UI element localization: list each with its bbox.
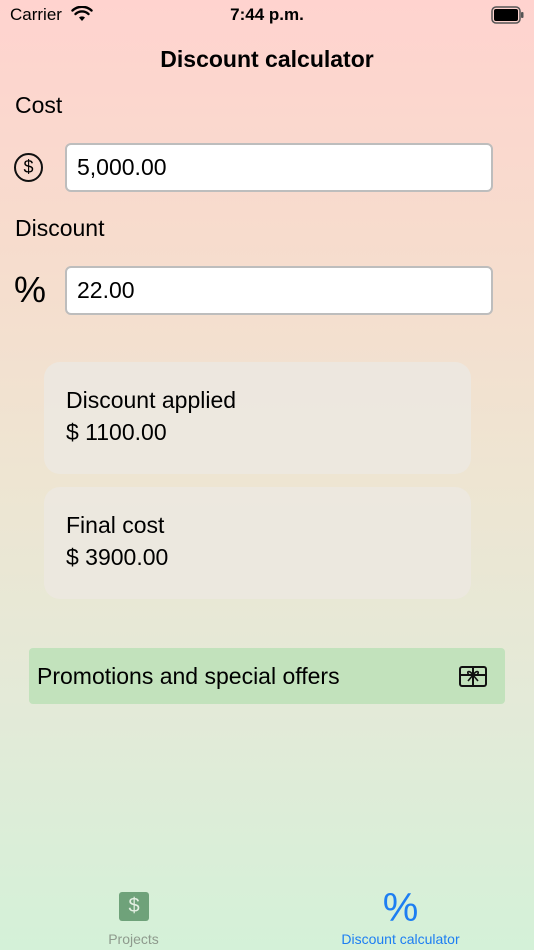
dollar-circle-icon: $ xyxy=(14,153,43,182)
tab-projects[interactable]: $ Projects xyxy=(0,880,267,950)
final-cost-value: $ 3900.00 xyxy=(66,544,169,570)
battery-icon xyxy=(491,6,524,29)
promotions-button[interactable]: Promotions and special offers xyxy=(29,648,505,704)
promotions-label: Promotions and special offers xyxy=(37,663,340,689)
discount-applied-title: Discount applied xyxy=(66,387,237,413)
tab-discount-calculator[interactable]: % Discount calculator xyxy=(267,880,534,950)
discount-applied-card: Discount applied $ 1100.00 xyxy=(44,362,471,474)
tab-bar: $ Projects % Discount calculator xyxy=(0,880,534,950)
page-title: Discount calculator xyxy=(160,46,374,72)
dollar-square-icon: $ xyxy=(119,892,149,921)
tab-projects-label: Projects xyxy=(108,931,159,947)
cost-label: Cost xyxy=(15,92,63,118)
discount-input[interactable] xyxy=(65,266,493,315)
tab-discount-calculator-label: Discount calculator xyxy=(341,931,460,947)
final-cost-title: Final cost xyxy=(66,512,165,538)
status-bar: Carrier 7:44 p.m. xyxy=(0,0,534,30)
gift-card-icon xyxy=(459,666,487,692)
cost-input[interactable] xyxy=(65,143,493,192)
status-time: 7:44 p.m. xyxy=(230,5,304,24)
discount-applied-value: $ 1100.00 xyxy=(66,419,167,445)
discount-label: Discount xyxy=(15,215,105,241)
percent-icon: % xyxy=(14,269,47,310)
percent-icon: % xyxy=(382,886,419,930)
final-cost-card: Final cost $ 3900.00 xyxy=(44,487,471,599)
